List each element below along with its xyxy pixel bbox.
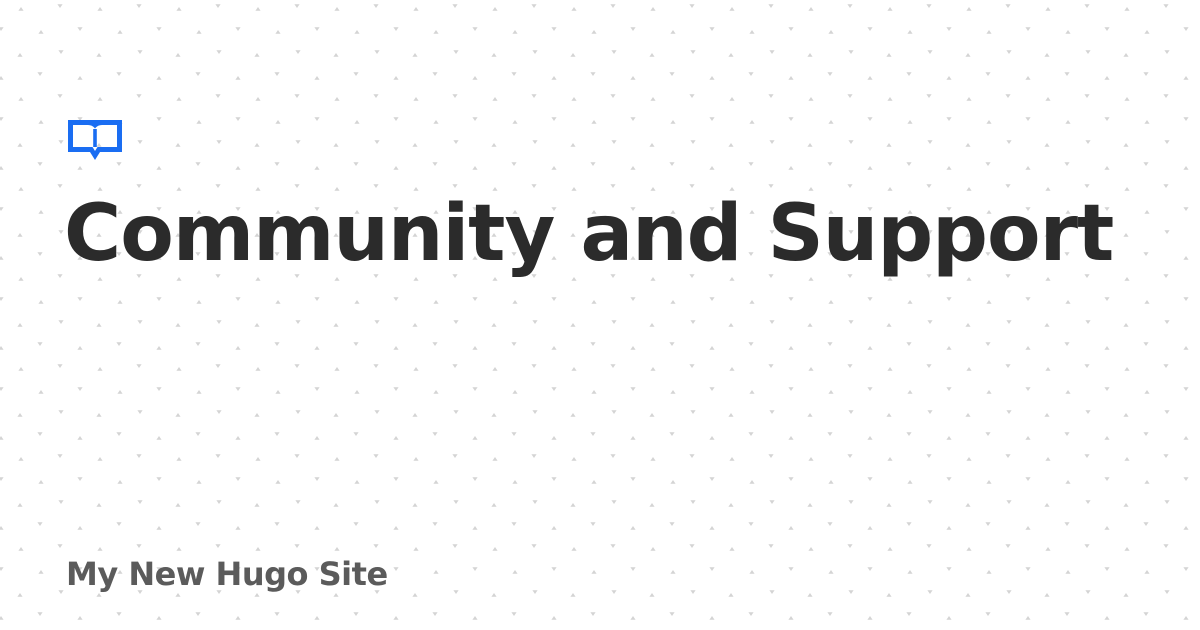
open-book-icon (68, 120, 122, 160)
background-pattern (0, 0, 1200, 630)
site-name: My New Hugo Site (66, 555, 388, 593)
page-title: Community and Support (64, 189, 1114, 279)
